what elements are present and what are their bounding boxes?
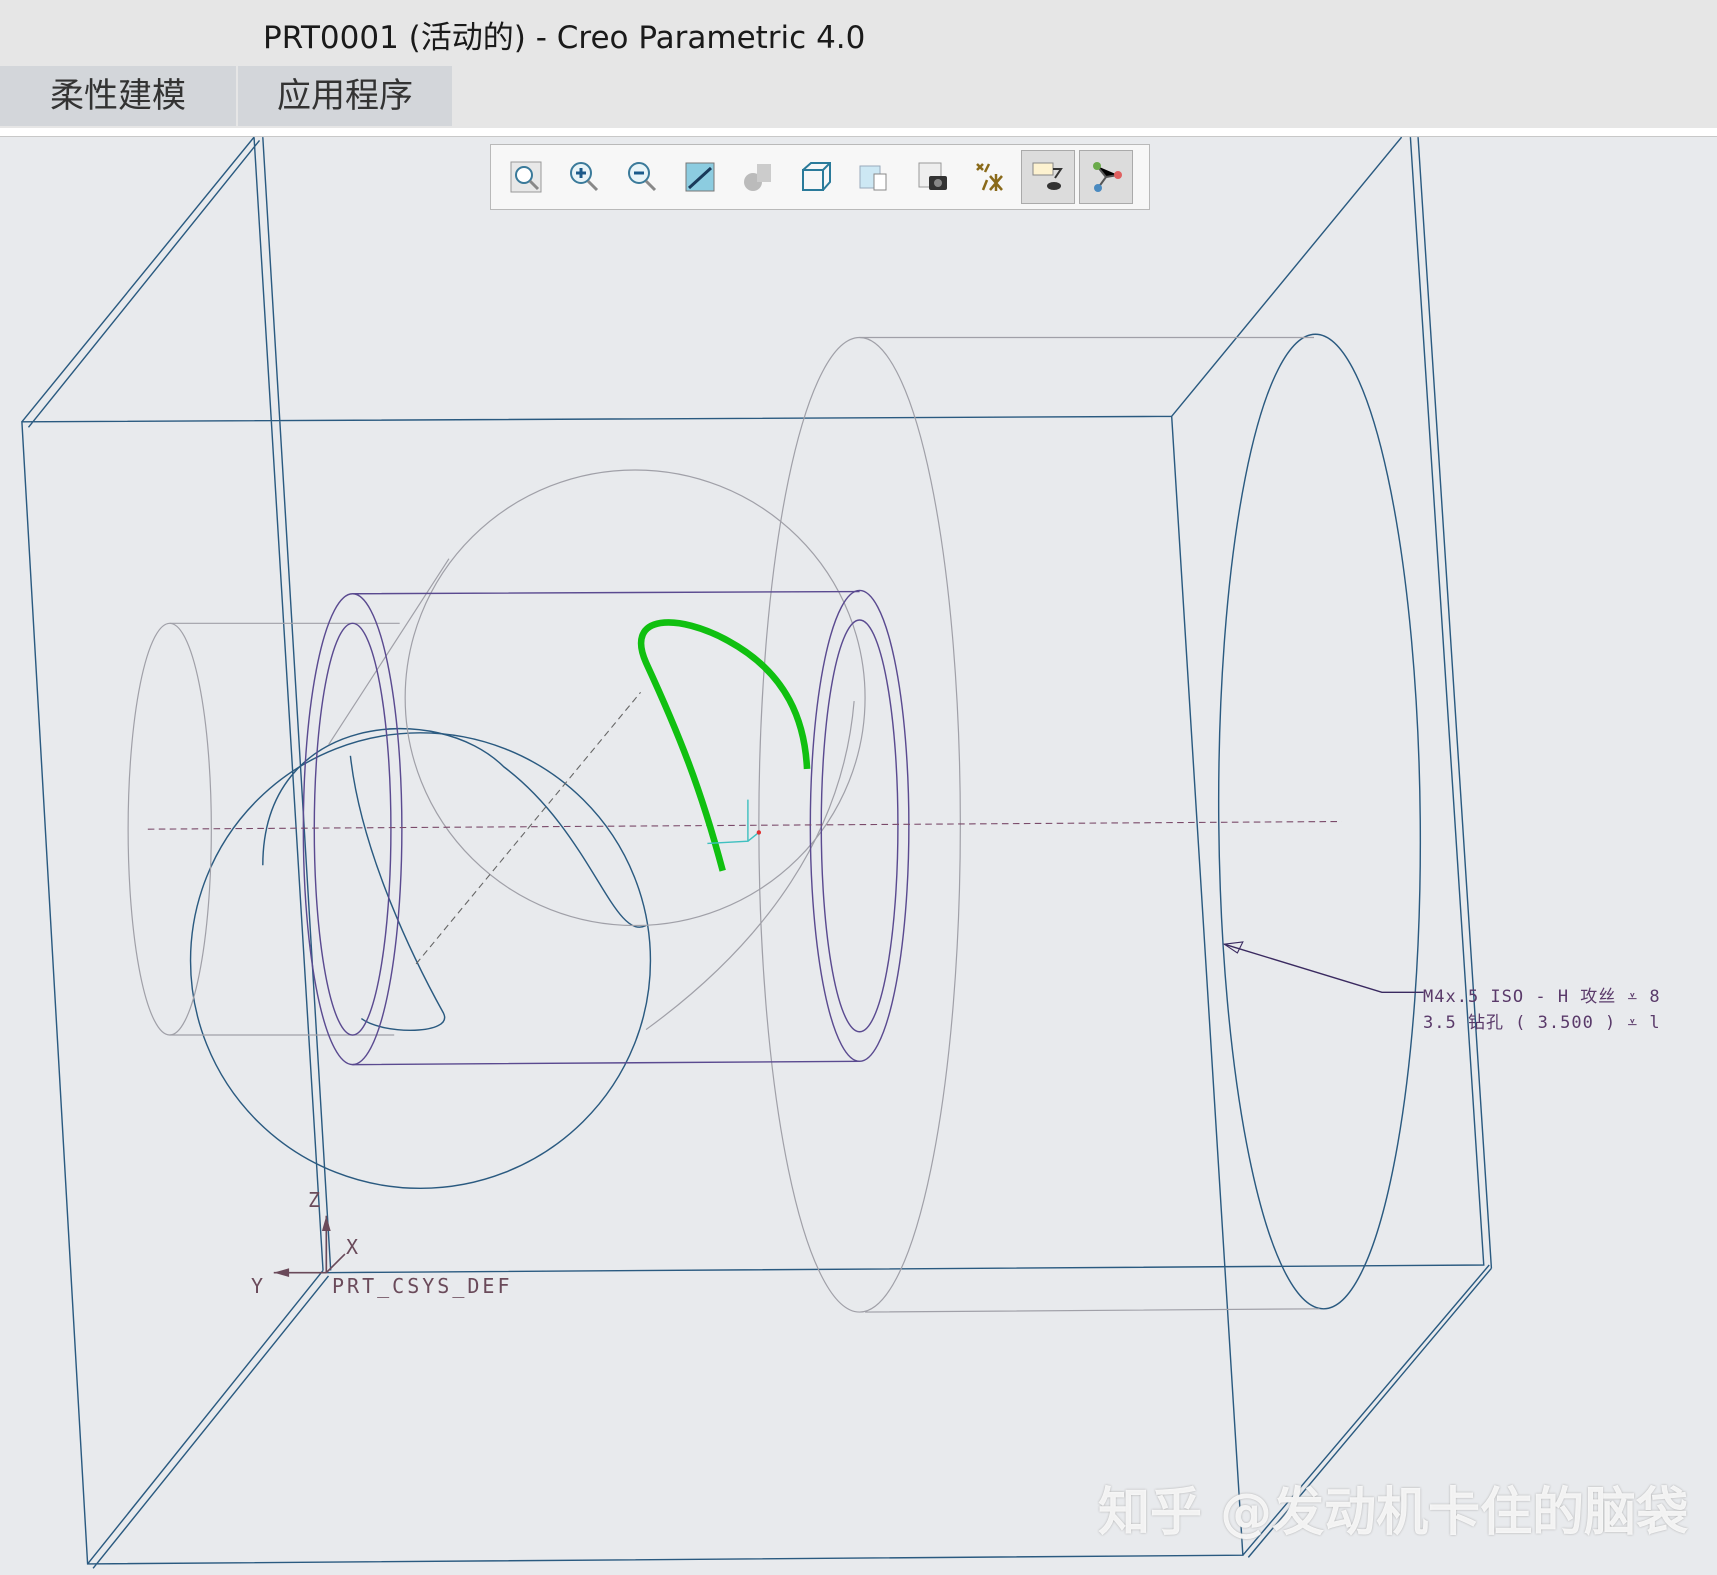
hole-note-line1[interactable]: M4x.5 ISO - H 攻丝 ⩡ 8: [1423, 982, 1661, 1007]
ribbon-divider: [0, 128, 1717, 137]
datum-display-icon: [976, 163, 1003, 191]
perspective-view-icon: [918, 162, 947, 190]
ribbon-tabs: 柔性建模 应用程序: [0, 66, 1717, 128]
csys-axes: [273, 1215, 346, 1274]
view-manager-button[interactable]: [847, 150, 901, 204]
display-style-icon: [744, 164, 771, 191]
annotation-display-button[interactable]: [1021, 150, 1075, 204]
csys-x-label: X: [346, 1235, 359, 1259]
repaint-button[interactable]: [673, 150, 727, 204]
csys-y-label: Y: [251, 1274, 264, 1298]
axis-line: [147, 820, 1342, 830]
zoom-in-icon: [570, 162, 599, 192]
refit-button[interactable]: [499, 150, 553, 204]
csys-label[interactable]: PRT_CSYS_DEF: [332, 1274, 513, 1298]
zoom-out-button[interactable]: [615, 150, 669, 204]
zoom-out-icon: [628, 162, 657, 192]
hole-cylinder-left: [302, 593, 403, 1066]
zoom-in-button[interactable]: [557, 150, 611, 204]
model-wireframe: [21, 137, 1493, 1569]
view-manager-icon: [859, 165, 887, 191]
csys-z-label: Z: [308, 1188, 321, 1212]
watermark: 知乎 @发动机卡住的脑袋: [1098, 1483, 1689, 1543]
spin-center-icon: [1093, 162, 1122, 192]
saved-orientations-button[interactable]: [789, 150, 843, 204]
perspective-view-button[interactable]: [905, 150, 959, 204]
spin-center-button[interactable]: [1079, 150, 1133, 204]
title-bar: PRT0001 (活动的) - Creo Parametric 4.0: [0, 0, 1717, 66]
sketched-curve: [637, 619, 811, 872]
tab-applications[interactable]: 应用程序: [238, 66, 454, 126]
tab-flexible-modeling[interactable]: 柔性建模: [0, 66, 238, 126]
hole-note-line2[interactable]: 3.5 钻孔 ( 3.500 ) ⩡ l: [1423, 1008, 1661, 1033]
refit-icon: [510, 161, 542, 193]
display-style-button[interactable]: [731, 150, 785, 204]
repaint-icon: [685, 162, 715, 192]
hidden-sphere: [404, 469, 866, 927]
window-title: PRT0001 (活动的) - Creo Parametric 4.0: [263, 20, 866, 56]
graphics-toolbar: [490, 144, 1150, 210]
box-edges: [21, 137, 1493, 1569]
annotation-display-icon: [1032, 162, 1063, 190]
arc-circle: [189, 732, 652, 1190]
saved-orientations-icon: [802, 162, 831, 191]
datum-display-button[interactable]: [963, 150, 1017, 204]
leader-line: [1224, 943, 1424, 994]
